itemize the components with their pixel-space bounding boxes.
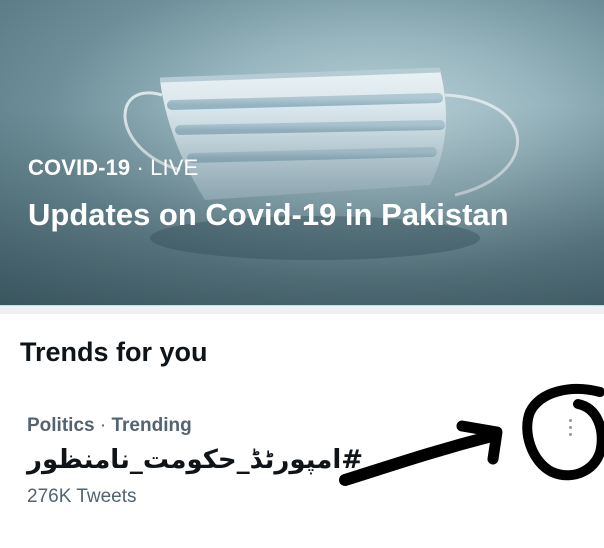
hero-separator: · <box>136 155 144 180</box>
hero-category: COVID-19 <box>28 155 131 180</box>
trend-state: Trending <box>111 415 192 436</box>
hero-title[interactable]: Updates on Covid-19 in Pakistan <box>28 193 548 236</box>
covid-hero-card[interactable]: COVID-19 · LIVE Updates on Covid-19 in P… <box>0 0 604 305</box>
trend-more-button[interactable] <box>554 412 586 448</box>
hero-gradient-overlay <box>0 0 604 305</box>
hero-meta: COVID-19 · LIVE <box>28 155 198 181</box>
trend-topic: Politics <box>27 415 95 436</box>
trend-hashtag[interactable]: #امپورٹڈ_حکومت_نامنظور <box>27 445 363 475</box>
trend-tweet-count: 276K Tweets <box>27 486 137 507</box>
trends-heading: Trends for you <box>20 337 208 367</box>
hero-live-status: LIVE <box>150 155 199 180</box>
more-vertical-icon <box>566 419 574 443</box>
trend-item[interactable]: Politics · Trending #امپورٹڈ_حکومت_نامنظ… <box>0 400 604 520</box>
trend-context: Politics · Trending <box>27 415 192 437</box>
trend-separator: · <box>99 415 107 436</box>
section-divider <box>0 305 604 314</box>
